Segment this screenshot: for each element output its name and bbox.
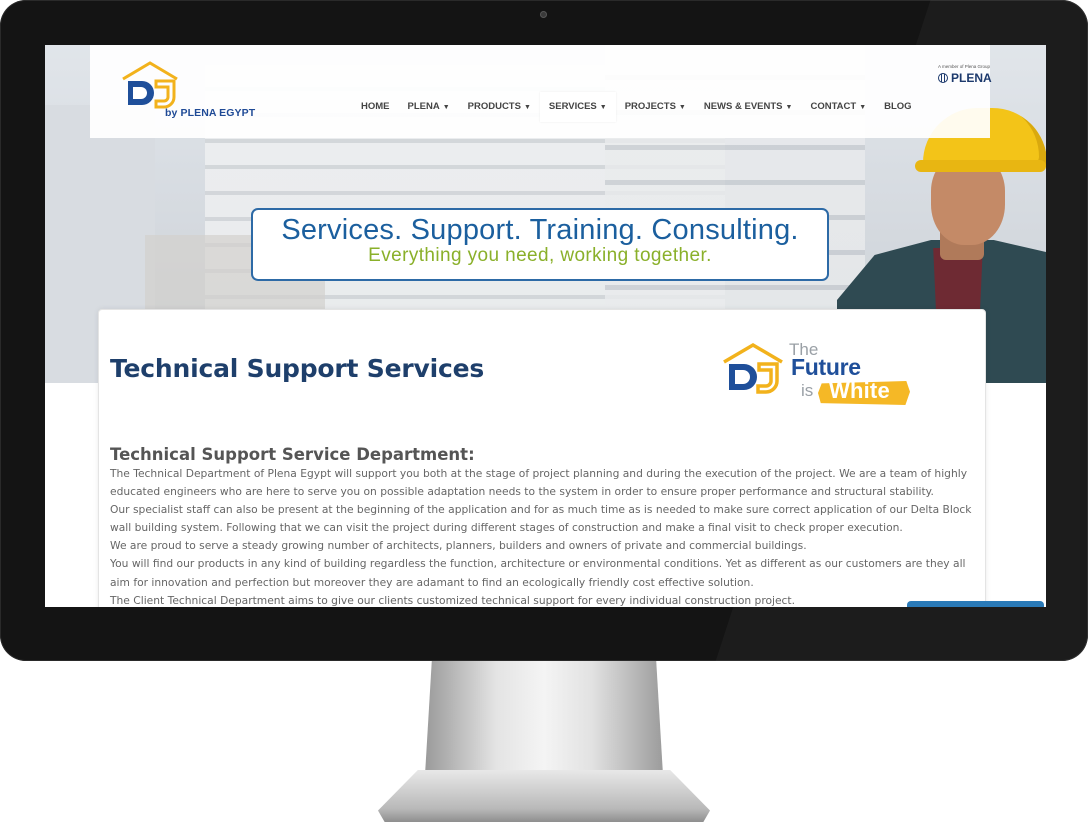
nav-item-projects[interactable]: PROJECTS ▼ [616,92,695,122]
site-header: by PLENA EGYPT HOME PLENA ▼ PRODUCTS ▼ SER… [90,45,992,138]
monitor-bezel: by PLENA EGYPT HOME PLENA ▼ PRODUCTS ▼ SER… [0,0,1088,661]
future-is-white-logo: The Future is White [721,340,921,406]
main-nav: HOME PLENA ▼ PRODUCTS ▼ SERVICES ▼ PROJECTS… [352,92,921,122]
paragraph: We are proud to serve a steady growing n… [110,539,807,553]
nav-item-plena[interactable]: PLENA ▼ [399,92,459,122]
caret-down-icon: ▼ [859,104,867,111]
hero-banner: Services. Support. Training. Consulting.… [251,208,829,281]
nav-item-contact[interactable]: CONTACT ▼ [801,92,875,122]
banner-title: Services. Support. Training. Consulting. [281,214,799,246]
paragraph: The Technical Department of Plena Egypt … [110,467,968,499]
section-heading: Technical Support Service Department: [110,445,475,464]
nav-item-services[interactable]: SERVICES ▼ [539,92,616,122]
caret-down-icon: ▼ [442,104,450,111]
paragraph: The Client Technical Department aims to … [110,593,796,607]
monitor-stand-neck [425,655,663,775]
globe-icon [938,73,948,83]
caret-down-icon: ▼ [678,104,686,111]
caret-down-icon: ▼ [599,104,607,111]
banner-subtitle: Everything you need, working together. [368,245,712,266]
camera-icon [540,11,547,18]
caret-down-icon: ▼ [523,104,531,111]
monitor-screen: by PLENA EGYPT HOME PLENA ▼ PRODUCTS ▼ SER… [45,45,1046,607]
nav-item-news-events[interactable]: NEWS & EVENTS ▼ [695,92,802,122]
paragraph: Our specialist staff can also be present… [110,503,972,535]
page-title: Technical Support Services [110,354,484,383]
nav-item-blog[interactable]: BLOG [875,92,920,122]
content-card: Technical Support Services The Future is… [98,309,986,607]
caret-down-icon: ▼ [785,104,793,111]
plena-group-logo[interactable]: A member of Plena Group PLENA [938,64,998,88]
dj-logo-icon [122,61,178,109]
dj-logo-icon [723,342,783,394]
nav-item-home[interactable]: HOME [352,92,399,122]
monitor-stand-base [378,770,710,822]
paragraph: You will find our products in any kind o… [110,557,966,589]
site-logo[interactable]: by PLENA EGYPT [120,61,255,121]
chat-widget-tab[interactable] [907,601,1044,607]
logo-text: by PLENA EGYPT [165,107,256,119]
nav-item-products[interactable]: PRODUCTS ▼ [459,92,540,122]
body-text: The Technical Department of Plena Egypt … [110,465,978,607]
